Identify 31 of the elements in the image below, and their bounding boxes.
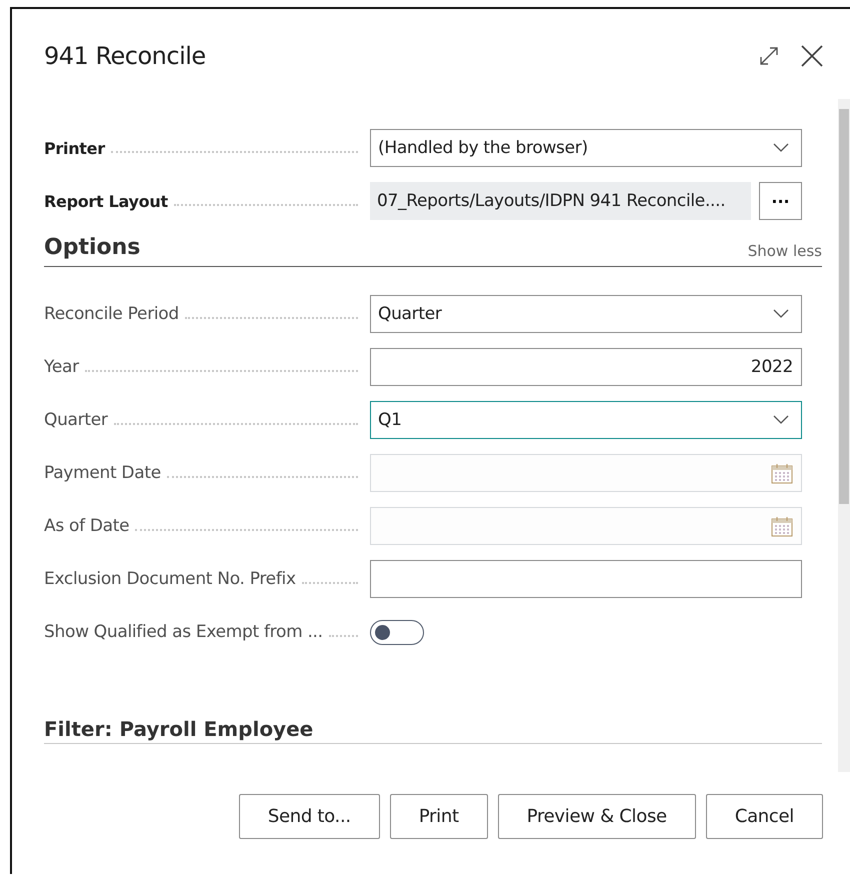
toggle-switch[interactable] [370,620,424,644]
input-field[interactable] [370,560,802,598]
close-icon[interactable] [800,44,824,68]
action-button[interactable]: Send to... [238,794,380,839]
field-label: Payment Date [44,463,161,483]
dropdown-field[interactable]: Q1 [370,401,802,439]
window-title: 941 Reconcile [44,42,206,70]
action-button[interactable]: Print [390,794,488,839]
field-label: Show Qualified as Exempt from ... [44,622,323,642]
field-label: Printer [44,138,105,158]
show-less-link[interactable]: Show less [748,242,822,260]
field-label: Reconcile Period [44,304,179,324]
input-field[interactable]: 2022 [370,348,802,386]
field-label: Exclusion Document No. Prefix [44,569,296,589]
dropdown-field[interactable]: (Handled by the browser) [370,129,802,167]
lookup-field[interactable]: 07_Reports/Layouts/IDPN 941 Reconcile.... [370,182,751,220]
chevron-down-icon[interactable] [773,309,789,319]
dropdown-field[interactable]: Quarter [370,295,802,333]
scrollbar[interactable] [838,99,850,772]
action-button[interactable]: Preview & Close [498,794,696,839]
section-title: Filter: Payroll Employee [44,717,822,744]
field-label: As of Date [44,516,130,536]
more-button[interactable]: ··· [759,182,802,220]
field-label: Year [44,357,79,377]
field-label: Report Layout [44,192,168,210]
section-title: Options [44,235,140,260]
action-button[interactable]: Cancel [706,794,823,839]
chevron-down-icon[interactable] [773,415,789,425]
expand-icon[interactable] [758,45,780,67]
chevron-down-icon[interactable] [773,143,789,153]
field-label: Quarter [44,410,108,430]
